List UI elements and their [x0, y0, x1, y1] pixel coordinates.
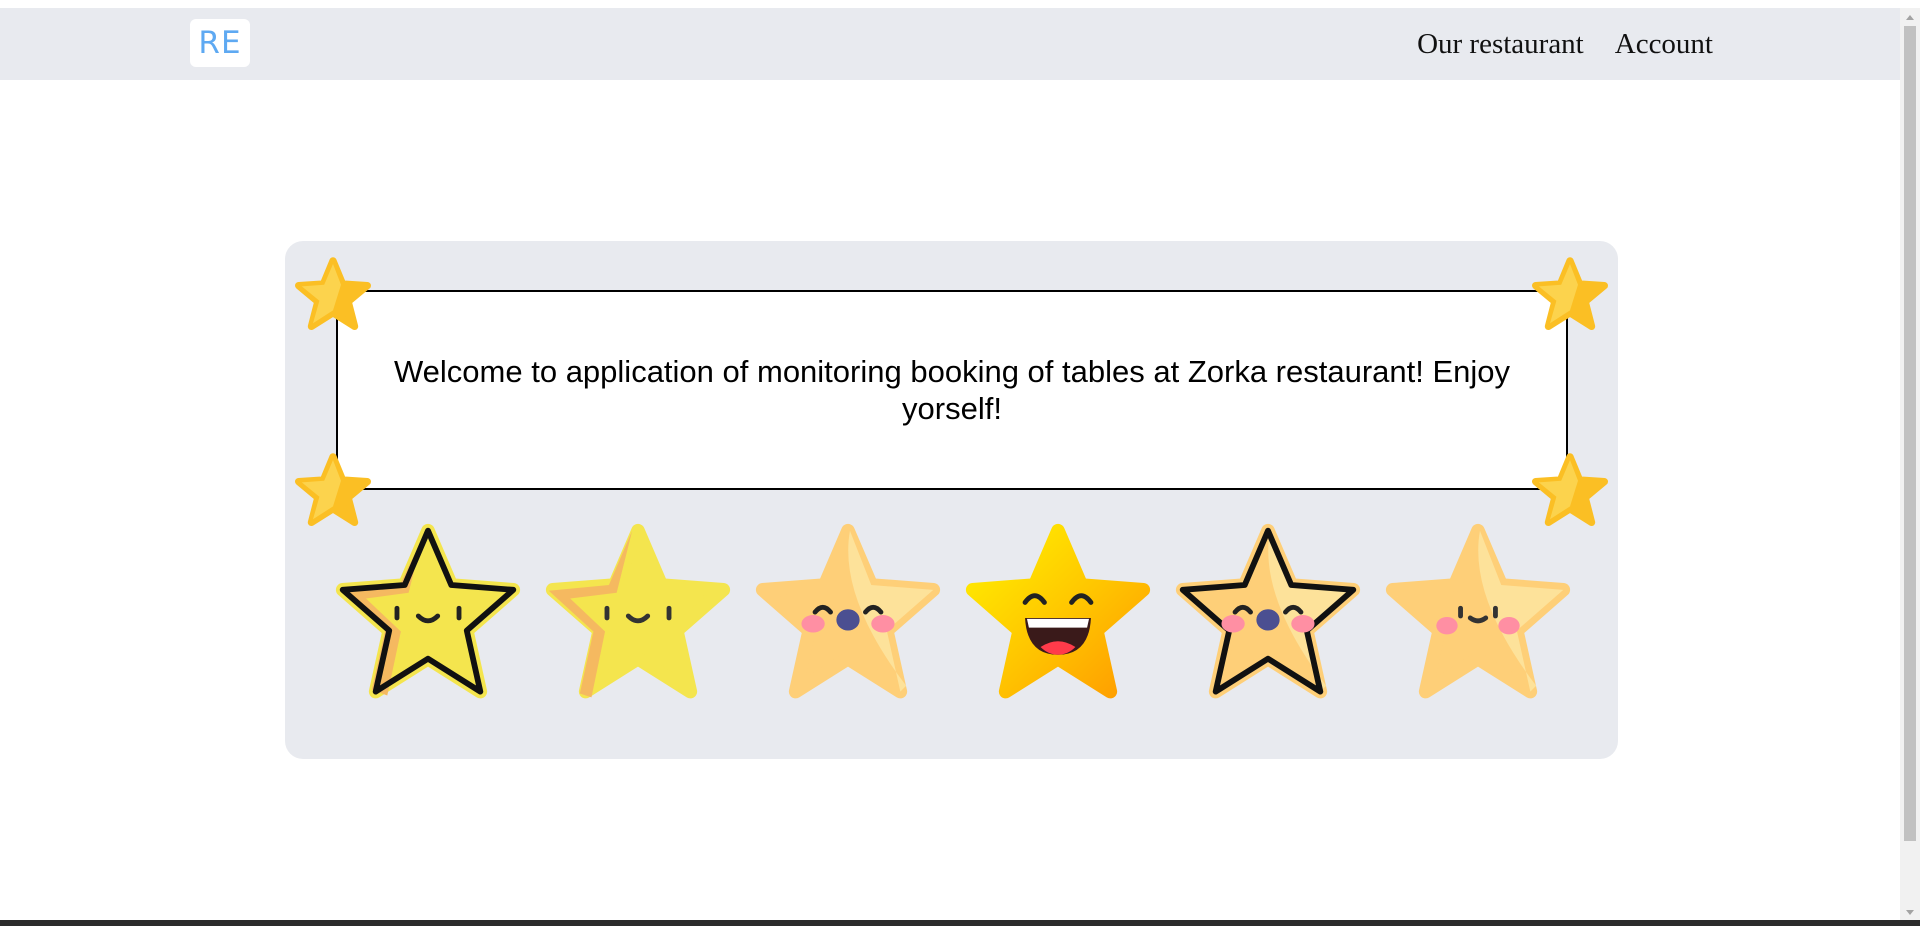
scroll-thumb[interactable]: [1904, 26, 1916, 841]
blushing-star-icon: [1170, 521, 1366, 711]
star-icon: [1530, 256, 1610, 336]
sleepy-star-icon: [1380, 521, 1576, 711]
welcome-box: Welcome to application of monitoring boo…: [336, 290, 1568, 490]
scroll-up-arrow-icon[interactable]: [1906, 15, 1914, 20]
blushing-star-icon: [750, 521, 946, 711]
star-icon: [1530, 452, 1610, 532]
star-icon: [293, 256, 373, 336]
scrollbar[interactable]: [1900, 8, 1920, 920]
logo[interactable]: RE: [190, 19, 250, 67]
nav-link-account[interactable]: Account: [1615, 26, 1713, 62]
scroll-down-arrow-icon[interactable]: [1906, 910, 1914, 915]
nav-link-our-restaurant[interactable]: Our restaurant: [1417, 26, 1584, 62]
top-strip: [0, 0, 1920, 8]
navbar: RE Our restaurant Account: [0, 8, 1900, 80]
welcome-message: Welcome to application of monitoring boo…: [393, 354, 1511, 426]
laughing-star-icon: [960, 521, 1156, 711]
smiling-star-icon: [330, 521, 526, 711]
smiling-star-icon: [540, 521, 736, 711]
bottom-bar: [0, 920, 1920, 926]
nav-links: Our restaurant Account: [1417, 26, 1713, 62]
star-icon: [293, 452, 373, 532]
